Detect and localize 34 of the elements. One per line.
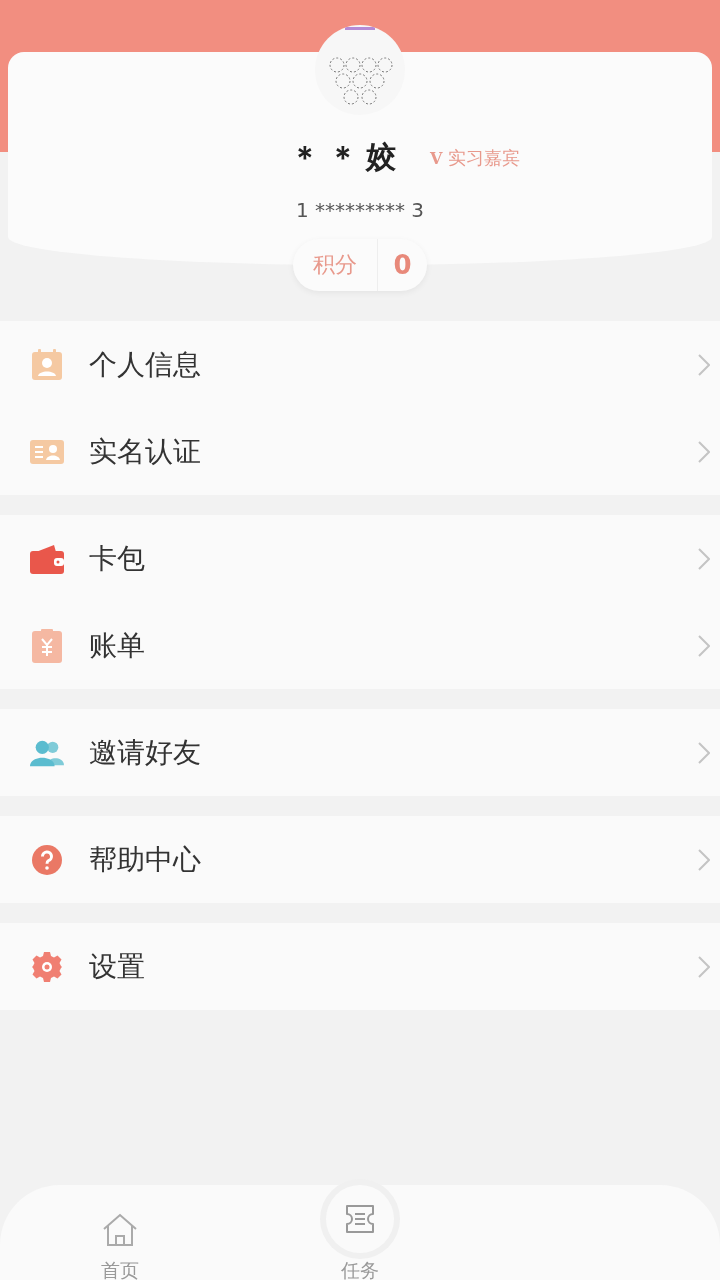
chevron-right-icon	[698, 547, 710, 570]
chevron-right-icon	[698, 848, 710, 871]
points-label: 积分	[293, 239, 378, 291]
menu-item[interactable]: 帮助中心	[0, 816, 720, 903]
menu-label: 实名认证	[89, 433, 202, 470]
user-name: ＊＊姣	[289, 138, 404, 176]
chevron-right-icon	[698, 741, 710, 764]
menu-label: 卡包	[89, 540, 146, 577]
menu-item[interactable]: 账单	[0, 602, 720, 689]
chevron-right-icon	[698, 634, 710, 657]
menu-item[interactable]: 设置	[0, 923, 720, 1010]
chevron-right-icon	[698, 440, 710, 463]
member-title: V 实习嘉宾	[429, 145, 521, 170]
id-card-icon	[30, 437, 64, 466]
menu-label: 账单	[89, 627, 146, 664]
help-icon	[32, 844, 62, 875]
person-badge-icon	[31, 348, 63, 381]
ticket-icon	[344, 1204, 376, 1234]
menu-label: 设置	[89, 948, 146, 985]
menu-item[interactable]: 卡包	[0, 515, 720, 602]
home-icon	[102, 1213, 138, 1247]
points-value: 0	[392, 250, 413, 280]
receipt-icon	[32, 628, 62, 663]
menu-label: 个人信息	[89, 346, 202, 383]
menu-label: 帮助中心	[89, 841, 202, 878]
wallet-icon	[30, 543, 64, 574]
menu-item[interactable]: 个人信息	[0, 321, 720, 408]
gear-icon	[31, 950, 63, 983]
chevron-right-icon	[698, 353, 710, 376]
chevron-right-icon	[698, 955, 710, 978]
menu-item[interactable]: 实名认证	[0, 408, 720, 495]
menu-item[interactable]: 邀请好友	[0, 709, 720, 796]
menu-label: 邀请好友	[89, 734, 202, 771]
phone-number: 1 ********* 3	[295, 198, 425, 222]
